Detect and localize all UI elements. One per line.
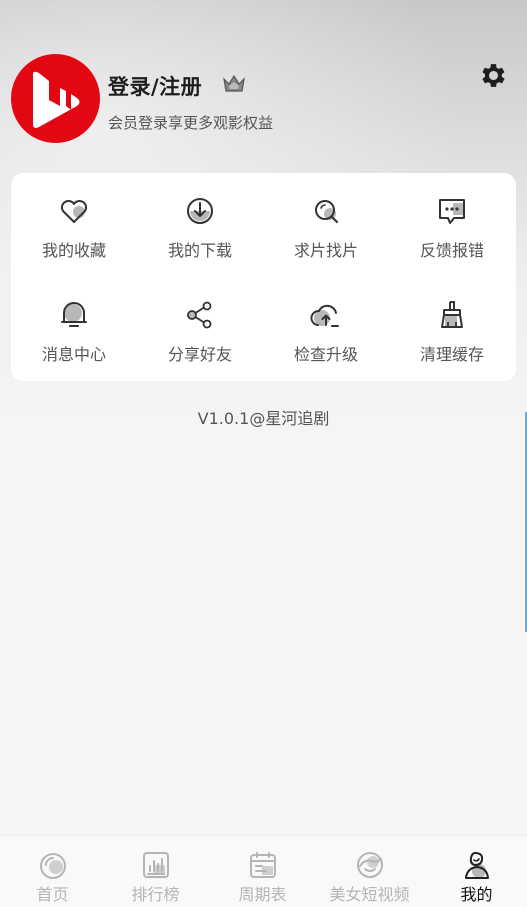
menu-item-clear-cache[interactable]: 清理缓存 [389,277,515,377]
tab-short-video[interactable]: 美女短视频 [317,836,422,907]
menu-item-label: 我的下载 [167,241,232,260]
upgrade-icon [310,304,339,327]
menu-item-label: 清理缓存 [419,345,484,364]
profile-section[interactable]: 登录/注册 会员登录享更多观影权益 [11,54,431,144]
menu-item-label: 消息中心 [41,345,106,364]
tab-label: 周期表 [238,885,287,904]
menu-item-share[interactable]: 分享好友 [137,277,263,377]
calendar-icon [249,852,276,878]
tab-home[interactable]: 首页 [0,836,105,907]
tab-schedule[interactable]: 周期表 [210,836,315,907]
tab-label: 排行榜 [131,885,180,904]
menu-item-check-update[interactable]: 检查升级 [263,277,389,377]
menu-item-label: 分享好友 [167,345,232,364]
avatar[interactable] [11,54,100,143]
bell-icon [61,302,87,327]
menu-item-label: 我的收藏 [41,241,106,260]
menu-item-feedback[interactable]: 反馈报错 [389,173,515,273]
member-subtitle: 会员登录享更多观影权益 [108,114,274,132]
menu-item-label: 求片找片 [293,241,358,260]
gear-icon[interactable] [478,60,509,91]
tab-ranking[interactable]: 排行榜 [103,836,208,907]
tab-label: 美女短视频 [329,885,410,904]
menu-item-request-movie[interactable]: 求片找片 [263,173,389,273]
menu-card: 我的收藏 我的下载 求片找片 反馈报错 消息中心 分享好友 检查升级 清理缓存 [11,173,516,381]
feedback-icon [439,199,465,224]
download-icon [187,198,213,224]
profile-icon [464,851,489,879]
heart-icon [60,199,88,223]
share-icon [187,301,212,329]
broom-icon [441,301,463,328]
vip-crown-icon [223,74,245,92]
bottom-tab-bar: 首页 排行榜 周期表 美女短视频 我的 [0,835,527,907]
tab-label: 我的 [460,885,493,904]
app-version: V1.0.1@星河追剧 [197,409,330,428]
menu-item-messages[interactable]: 消息中心 [11,277,137,377]
tab-mine[interactable]: 我的 [424,836,527,907]
short-video-icon [356,852,383,878]
login-register-title[interactable]: 登录/注册 [108,71,202,101]
play-logo-icon [33,71,80,128]
menu-item-label: 反馈报错 [419,241,484,260]
menu-item-favorites[interactable]: 我的收藏 [11,173,137,273]
home-icon [39,853,66,879]
menu-item-downloads[interactable]: 我的下载 [137,173,263,273]
ranking-icon [142,852,169,878]
menu-item-label: 检查升级 [293,345,358,364]
tab-label: 首页 [36,885,69,904]
search-icon [315,200,339,224]
